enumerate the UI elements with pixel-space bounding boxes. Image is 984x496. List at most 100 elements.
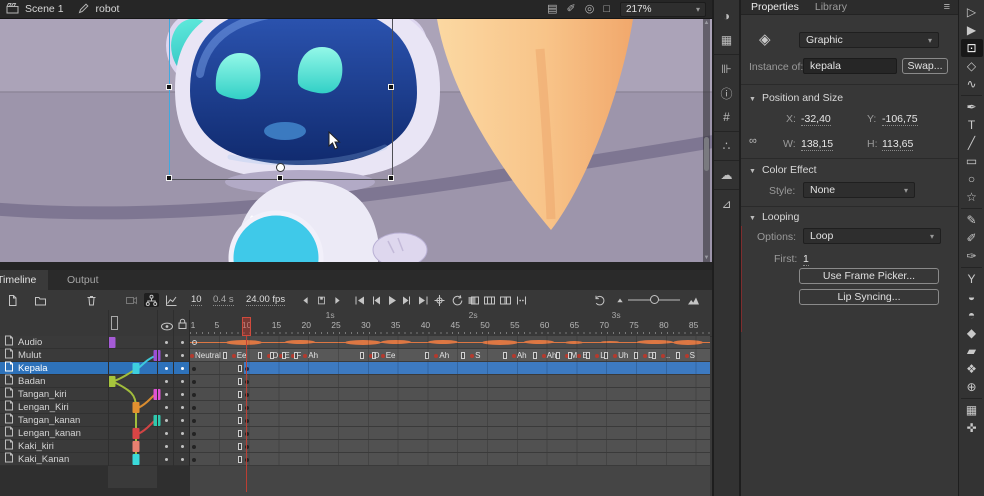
swatches-panel-icon[interactable]: ▦ — [714, 28, 739, 52]
lock-column-icon[interactable] — [177, 317, 188, 335]
tab-library[interactable]: Library — [815, 1, 847, 13]
align-panel-icon[interactable]: ⊪ — [714, 57, 739, 81]
stage-canvas[interactable]: ▲ ▼ — [0, 19, 712, 262]
y-value[interactable]: -106,75 — [882, 113, 918, 126]
gradient-transform-tool[interactable]: ◇ — [961, 57, 983, 75]
center-playhead-button[interactable] — [432, 293, 447, 307]
onion-skin-button[interactable] — [466, 293, 481, 307]
timeline-zoom-slider-knob[interactable] — [650, 295, 659, 304]
motion-editor-panel-icon[interactable]: ⊿ — [714, 192, 739, 216]
x-value[interactable]: -32,40 — [801, 113, 831, 126]
frames-area-footer[interactable] — [190, 466, 710, 496]
tab-timeline[interactable]: Timeline — [0, 270, 48, 290]
bone-tool[interactable]: Y — [961, 270, 983, 288]
section-color-effect[interactable]: ▼Color Effect — [749, 164, 817, 176]
selection-tool[interactable]: ▷ — [961, 3, 983, 21]
timeline-zoom-out-button[interactable] — [612, 293, 627, 307]
current-frame-counter[interactable]: 10 — [191, 294, 202, 306]
eraser-tool[interactable]: ▰ — [961, 342, 983, 360]
free-transform-tool[interactable]: ⊡ — [961, 39, 983, 57]
oval-tool[interactable]: ○ — [961, 170, 983, 188]
timeline-ruler[interactable]: 15101520253035404550556065707580851s2s3s — [0, 310, 712, 337]
first-frame-value[interactable]: 1 — [803, 253, 809, 266]
pin-tool[interactable]: ⊕ — [961, 378, 983, 396]
canvas-vertical-scrollbar[interactable]: ▲ ▼ — [703, 19, 710, 262]
timeline-zoom-slider[interactable] — [628, 299, 680, 301]
frames-row-kaki_kiri[interactable] — [0, 440, 712, 453]
loop-range-left[interactable] — [298, 293, 313, 307]
fit-to-window-button[interactable]: □ — [603, 4, 610, 15]
tab-properties[interactable]: Properties — [751, 1, 799, 13]
edit-multiple-frames-button[interactable] — [498, 293, 513, 307]
h-value[interactable]: 113,65 — [882, 138, 913, 151]
subselection-tool[interactable]: ▶ — [961, 21, 983, 39]
rectangle-tool[interactable]: ▭ — [961, 152, 983, 170]
zoom-level-dropdown[interactable]: 217% ▾ — [620, 2, 706, 17]
loop-range-right[interactable] — [330, 293, 345, 307]
frames-row-badan[interactable] — [0, 375, 712, 388]
section-position-and-size[interactable]: ▼Position and Size — [749, 92, 843, 104]
transform-handle-right[interactable] — [388, 84, 394, 90]
tab-output[interactable]: Output — [55, 270, 111, 290]
transform-selection-box[interactable] — [169, 19, 393, 180]
clip-settings-icon[interactable]: ▤ — [547, 4, 557, 15]
pen-tool[interactable]: ✒ — [961, 98, 983, 116]
new-layer-button[interactable] — [5, 293, 20, 307]
eyedropper-tool[interactable]: ◆ — [961, 324, 983, 342]
loop-range-frame[interactable] — [314, 293, 329, 307]
frame-rate-counter[interactable]: 24.00 fps — [246, 294, 285, 306]
elapsed-time-counter[interactable]: 0.4 s — [213, 294, 234, 306]
scrollbar-thumb[interactable] — [704, 137, 709, 171]
stage-draw-icon[interactable]: ✐ — [567, 4, 576, 15]
asset-warp-tool[interactable]: ❖ — [961, 360, 983, 378]
transform-handle-bottom-center[interactable] — [277, 175, 283, 181]
lip-syncing-button[interactable]: Lip Syncing... — [799, 289, 939, 305]
lasso-tool[interactable]: ∿ — [961, 75, 983, 93]
frames-row-kepala[interactable] — [0, 362, 712, 375]
playhead[interactable] — [242, 317, 251, 336]
transform-handle-left[interactable] — [166, 84, 172, 90]
new-folder-button[interactable] — [33, 293, 48, 307]
frames-row-kaki_kanan[interactable] — [0, 453, 712, 466]
delete-layer-button[interactable] — [84, 293, 99, 307]
loop-playback-button[interactable] — [450, 293, 465, 307]
scroll-up-icon[interactable]: ▲ — [703, 20, 710, 26]
polystar-tool[interactable]: ☆ — [961, 188, 983, 206]
hand-tool[interactable]: ✜ — [961, 419, 983, 437]
eye-column-icon[interactable] — [160, 318, 174, 336]
link-dimensions-icon[interactable]: ∞ — [749, 135, 757, 147]
modify-markers-button[interactable] — [514, 293, 529, 307]
transform-panel-icon[interactable]: # — [714, 105, 739, 129]
reset-timeline-zoom-button[interactable] — [592, 293, 607, 307]
cc-libraries-panel-icon[interactable]: ☁ — [714, 163, 739, 187]
symbol-breadcrumb[interactable]: robot — [96, 3, 120, 15]
transform-origin-point[interactable] — [276, 163, 285, 172]
brush-library-panel-icon[interactable]: ∴ — [714, 134, 739, 158]
paint-brush-tool[interactable]: ✐ — [961, 229, 983, 247]
transform-handle-bottom-right[interactable] — [388, 175, 394, 181]
center-stage-button[interactable]: ◎ — [585, 4, 595, 15]
onion-skin-outline-button[interactable] — [482, 293, 497, 307]
fluid-brush-tool[interactable]: ✑ — [961, 247, 983, 265]
frames-row-lengan_kiri[interactable] — [0, 401, 712, 414]
step-forward-button[interactable] — [400, 293, 415, 307]
paint-bucket-tool[interactable]: ◒ — [961, 288, 983, 306]
panel-menu-icon[interactable]: ≡ — [944, 1, 950, 13]
swap-button[interactable]: Swap... — [902, 58, 948, 74]
ink-bottle-tool[interactable]: ◓ — [961, 306, 983, 324]
line-tool[interactable]: ╱ — [961, 134, 983, 152]
scroll-down-icon[interactable]: ▼ — [703, 255, 710, 261]
show-parenting-view-button[interactable] — [144, 293, 159, 307]
timeline-zoom-in-button[interactable] — [686, 293, 701, 307]
use-frame-picker-button[interactable]: Use Frame Picker... — [799, 268, 939, 284]
camera-tool[interactable]: ▦ — [961, 401, 983, 419]
frames-row-mulut[interactable]: NeutralEeDEFAhDEeAhSAhAhMELUhD..S — [0, 349, 712, 362]
symbol-type-dropdown[interactable]: Graphic ▾ — [799, 32, 939, 48]
add-camera-button[interactable] — [124, 293, 139, 307]
frames-row-tangan_kanan[interactable] — [0, 414, 712, 427]
show-layer-depth-button[interactable] — [164, 293, 179, 307]
transform-handle-bottom-left[interactable] — [166, 175, 172, 181]
w-value[interactable]: 138,15 — [801, 138, 833, 151]
text-tool[interactable]: T — [961, 116, 983, 134]
section-looping[interactable]: ▼Looping — [749, 211, 799, 223]
